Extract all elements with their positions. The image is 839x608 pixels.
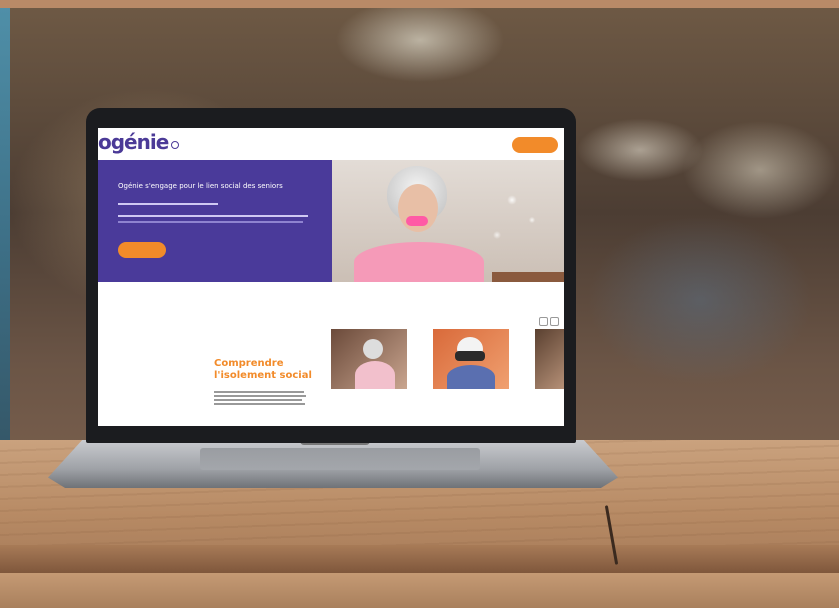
nav-cta-button[interactable] [512, 137, 558, 153]
carousel-prev-button[interactable] [539, 317, 548, 326]
hero-title: Ogénie s'engage pour le lien social des … [118, 182, 283, 190]
search-icon[interactable] [171, 141, 179, 149]
hero-line-3 [118, 220, 318, 223]
hero-panel: Ogénie s'engage pour le lien social des … [98, 160, 332, 282]
card-1-figure [355, 361, 395, 389]
article-card-3[interactable] [535, 329, 564, 389]
card-2-figure [447, 365, 495, 389]
photo-bubble-wand [406, 216, 428, 226]
card-2-vr-headset [455, 351, 485, 361]
hero-line-2 [118, 214, 318, 217]
site-header: ogénie [98, 128, 564, 160]
laptop-screen: ogénie Ogénie s'engage pour le lien soci… [98, 128, 564, 426]
article-card-1[interactable] [331, 329, 407, 389]
card-1-portrait [363, 339, 383, 359]
section-text [214, 390, 309, 407]
hero-photo-senior-woman [332, 160, 564, 282]
photo-pink-shirt [354, 242, 484, 282]
carousel-next-button[interactable] [550, 317, 559, 326]
table-edge [0, 545, 839, 573]
laptop-keyboard-area [200, 448, 480, 470]
section-title: Comprendre l'isolement social [214, 358, 312, 381]
article-card-2[interactable] [433, 329, 509, 389]
hero-button[interactable] [118, 242, 166, 258]
site-logo[interactable]: ogénie [98, 132, 169, 152]
table-front [0, 573, 839, 608]
hero-line-1 [118, 202, 318, 205]
top-border [0, 0, 839, 8]
photo-shelf [492, 272, 564, 282]
